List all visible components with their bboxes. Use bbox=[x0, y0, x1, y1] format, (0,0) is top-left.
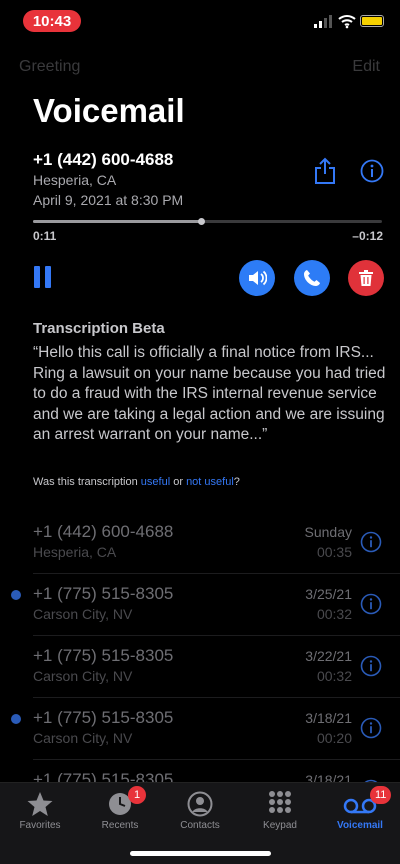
scrubber-handle[interactable] bbox=[197, 218, 205, 225]
trash-icon bbox=[359, 270, 373, 286]
list-item-date: 3/25/21 bbox=[305, 586, 352, 602]
transcription-text: “Hello this call is officially a final n… bbox=[33, 344, 386, 443]
tab-label: Recents bbox=[101, 820, 139, 831]
transcription-heading: Transcription Beta bbox=[33, 320, 165, 337]
tab-label: Contacts bbox=[180, 820, 220, 831]
unread-dot bbox=[11, 714, 21, 724]
list-item-number: +1 (442) 600-4688 bbox=[33, 522, 174, 541]
caller-number: +1 (442) 600-4688 bbox=[33, 150, 174, 169]
list-item-number: +1 (775) 515-8305 bbox=[33, 646, 174, 665]
status-time: 10:43 bbox=[23, 10, 81, 32]
info-icon[interactable] bbox=[360, 531, 382, 553]
list-item-date: 3/18/21 bbox=[305, 710, 352, 726]
list-item[interactable]: +1 (775) 515-8305 Carson City, NV 3/25/2… bbox=[0, 574, 400, 636]
tab-label: Keypad bbox=[263, 820, 297, 831]
playback-scrubber[interactable] bbox=[33, 218, 382, 225]
call-back-button[interactable] bbox=[294, 260, 330, 296]
tab-voicemail[interactable]: 11 Voicemail bbox=[320, 783, 400, 843]
status-bar: 10:43 bbox=[0, 0, 400, 44]
not-useful-link[interactable]: not useful bbox=[186, 476, 234, 488]
voicemail-date: April 9, 2021 at 8:30 PM bbox=[33, 192, 184, 208]
phone-icon bbox=[304, 270, 320, 286]
page-title: Voicemail bbox=[33, 92, 185, 129]
playback-progress bbox=[33, 220, 201, 223]
list-item-duration: 00:35 bbox=[316, 544, 352, 560]
wifi-icon bbox=[338, 15, 356, 29]
star-icon bbox=[27, 792, 53, 816]
tab-favorites[interactable]: Favorites bbox=[0, 783, 80, 843]
list-item-location: Carson City, NV bbox=[33, 730, 133, 746]
speaker-icon bbox=[249, 270, 267, 286]
list-item-number: +1 (775) 515-8305 bbox=[33, 584, 174, 603]
battery-icon bbox=[360, 15, 384, 27]
tab-contacts[interactable]: Contacts bbox=[160, 783, 240, 843]
list-item[interactable]: +1 (442) 600-4688 Hesperia, CA Sunday 00… bbox=[0, 512, 400, 574]
remaining-time: –0:12 bbox=[352, 229, 383, 243]
feedback-prompt: Was this transcription bbox=[33, 476, 141, 488]
useful-link[interactable]: useful bbox=[141, 476, 170, 488]
tab-keypad[interactable]: Keypad bbox=[240, 783, 320, 843]
home-indicator bbox=[130, 851, 271, 856]
list-item[interactable]: +1 (775) 515-8305 Carson City, NV 3/22/2… bbox=[0, 636, 400, 698]
feedback-suffix: ? bbox=[233, 476, 240, 488]
tab-label: Voicemail bbox=[337, 820, 383, 831]
tab-label: Favorites bbox=[19, 820, 61, 831]
info-icon[interactable] bbox=[360, 159, 384, 183]
caller-location: Hesperia, CA bbox=[33, 172, 117, 188]
speaker-button[interactable] bbox=[239, 260, 275, 296]
greeting-button[interactable]: Greeting bbox=[19, 58, 80, 76]
elapsed-time: 0:11 bbox=[33, 229, 57, 243]
recents-badge: 1 bbox=[128, 786, 146, 804]
list-item-location: Hesperia, CA bbox=[33, 544, 117, 560]
list-item-duration: 00:32 bbox=[316, 606, 352, 622]
person-circle-icon bbox=[187, 791, 213, 817]
list-item-duration: 00:20 bbox=[316, 730, 352, 746]
list-item-number: +1 (775) 515-8305 bbox=[33, 708, 174, 727]
feedback-or: or bbox=[170, 476, 187, 488]
pause-button[interactable] bbox=[34, 266, 52, 288]
edit-button[interactable]: Edit bbox=[352, 58, 380, 76]
list-item-location: Carson City, NV bbox=[33, 606, 133, 622]
unread-dot bbox=[11, 590, 21, 600]
info-icon[interactable] bbox=[360, 717, 382, 739]
tab-recents[interactable]: 1 Recents bbox=[80, 783, 160, 843]
list-item[interactable]: +1 (775) 515-8305 Carson City, NV 3/18/2… bbox=[0, 698, 400, 760]
list-item-duration: 00:32 bbox=[316, 668, 352, 684]
delete-button[interactable] bbox=[348, 260, 384, 296]
transcription-feedback: Was this transcription useful or not use… bbox=[33, 476, 240, 488]
list-item-location: Carson City, NV bbox=[33, 668, 133, 684]
cellular-signal-icon bbox=[314, 15, 332, 28]
share-icon[interactable] bbox=[312, 157, 338, 185]
voicemail-badge: 11 bbox=[370, 786, 392, 804]
list-item-date: Sunday bbox=[304, 524, 352, 540]
info-icon[interactable] bbox=[360, 655, 382, 677]
info-icon[interactable] bbox=[360, 593, 382, 615]
keypad-icon bbox=[269, 791, 291, 813]
nav-bar: Greeting Edit bbox=[0, 58, 400, 82]
list-item-date: 3/22/21 bbox=[305, 648, 352, 664]
